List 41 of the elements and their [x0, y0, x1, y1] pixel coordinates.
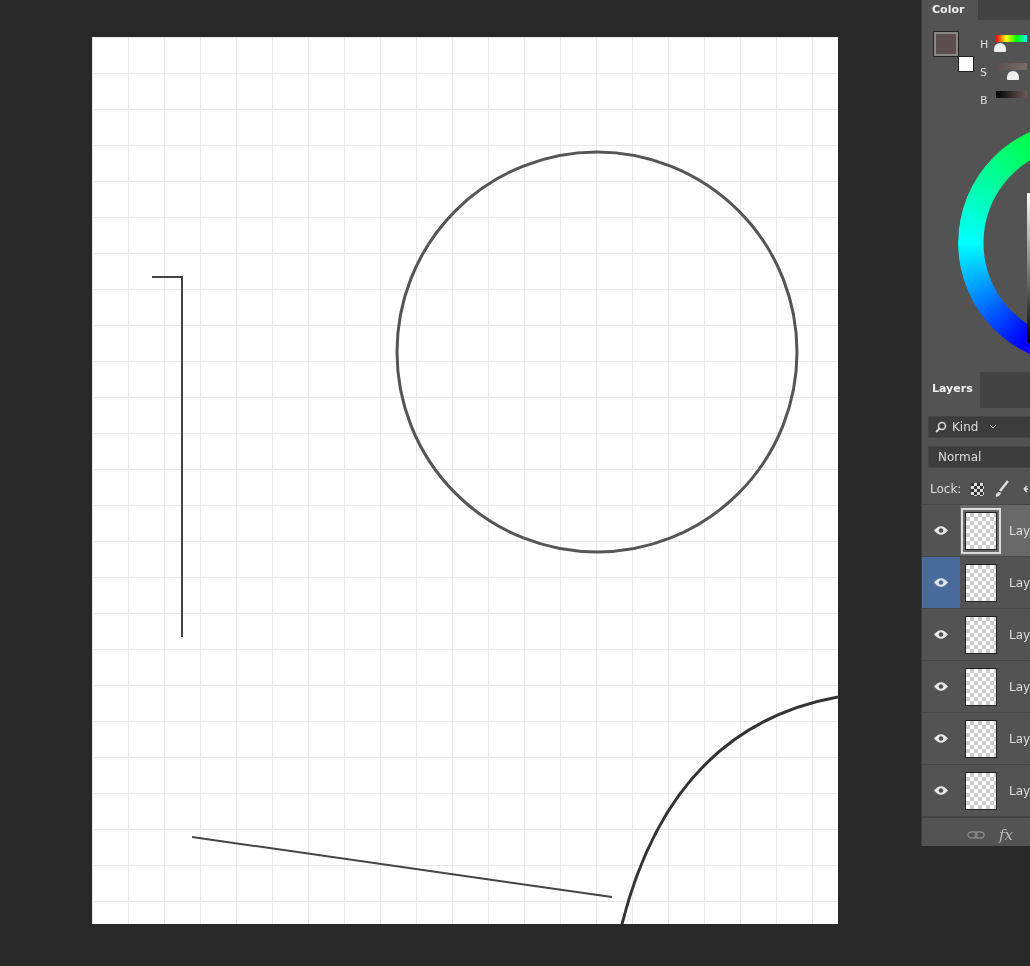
layer-name: Lay	[1009, 679, 1030, 694]
slider-label: B	[980, 93, 989, 107]
eye-icon	[933, 785, 949, 796]
fx-button[interactable]: fx	[999, 826, 1013, 844]
slider-thumb[interactable]	[993, 42, 1006, 52]
blend-mode-dropdown[interactable]: Normal	[928, 446, 1030, 468]
background-color-swatch[interactable]	[958, 56, 974, 72]
color-tab[interactable]: Color	[922, 0, 978, 20]
arrow-icon[interactable]	[1020, 484, 1029, 494]
visibility-toggle[interactable]	[922, 557, 960, 608]
eye-icon	[933, 733, 949, 744]
foreground-color-swatch[interactable]	[934, 32, 958, 56]
layer-row[interactable]: Lay	[922, 557, 1030, 609]
layer-thumbnail	[965, 563, 997, 602]
layer-thumbnail	[965, 771, 997, 810]
caret-icon	[989, 424, 998, 430]
layer-thumbnail	[965, 667, 997, 706]
eye-icon	[933, 681, 949, 692]
visibility-toggle[interactable]	[922, 505, 960, 556]
filter-dropdown[interactable]: Kind	[928, 416, 1030, 438]
eye-icon	[933, 577, 949, 588]
layer-name: Lay	[1009, 523, 1030, 538]
layer-name: Lay	[1009, 575, 1030, 590]
layer-thumbnail	[965, 719, 997, 758]
layer-thumbnail	[965, 615, 997, 654]
layer-name: Lay	[1009, 731, 1030, 746]
brush-icon[interactable]	[994, 480, 1011, 498]
slider-thumb[interactable]	[1007, 70, 1020, 80]
layer-name: Lay	[1009, 627, 1030, 642]
layer-name: Lay	[1009, 783, 1030, 798]
lock-label: Lock:	[930, 482, 962, 496]
brightness-bar[interactable]	[1027, 193, 1030, 343]
slider-label: S	[980, 65, 988, 79]
eye-icon	[933, 525, 949, 536]
slider-label: H	[980, 37, 990, 51]
gradient-bar	[996, 90, 1027, 98]
layers-tab[interactable]: Layers	[922, 372, 980, 408]
eye-icon	[933, 629, 949, 640]
search-icon	[935, 421, 947, 433]
lock-transparency-icon[interactable]	[971, 482, 985, 496]
layer-row[interactable]: Lay	[922, 505, 1030, 557]
